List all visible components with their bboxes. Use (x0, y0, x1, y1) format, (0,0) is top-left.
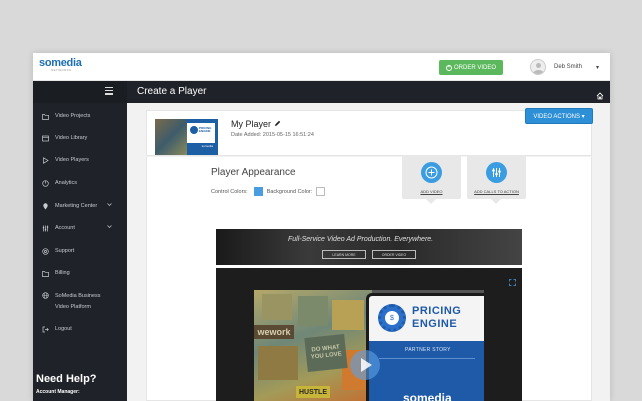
pricing-engine-subtitle: ENGINE (412, 318, 458, 330)
chevron-down-icon (107, 224, 112, 232)
add-calls-to-action-button[interactable]: ADD CALLS TO ACTION (467, 155, 526, 204)
background-color-swatch[interactable] (316, 187, 326, 196)
sidebar-item-label: Billing (55, 270, 70, 276)
video-frame: wework DO WHAT YOU LOVE HUSTLE $ PRICING… (254, 290, 484, 401)
page-header: Create a Player (127, 81, 610, 103)
sidebar-item-analytics[interactable]: Analytics (42, 179, 124, 187)
player-name[interactable]: My Player (231, 119, 281, 129)
color-controls: Control Colors: Background Color: (211, 187, 329, 196)
order-video-button[interactable]: + ORDER VIDEO (439, 60, 503, 75)
gear-icon (190, 126, 198, 134)
video-wall-text: wework (254, 325, 294, 339)
globe-icon (42, 291, 49, 299)
logout-icon (42, 326, 49, 333)
sidebar-item-label: Video Players (55, 157, 89, 163)
background-color-label: Background Color: (266, 188, 313, 195)
date-added: Date Added: 2015-05-15 16:51:24 (231, 132, 314, 138)
analytics-icon (42, 179, 49, 187)
banner-ad[interactable]: Full-Service Video Ad Production. Everyw… (216, 229, 522, 265)
sidebar-item-label: SoMedia Business Video Platform (55, 293, 101, 310)
video-actions-button[interactable]: VIDEO ACTIONS ▾ (525, 108, 593, 124)
sidebar-item-support[interactable]: Support (42, 247, 124, 255)
video-slogan: DO WHAT YOU LOVE (304, 334, 348, 372)
sidebar-item-video-projects[interactable]: Video Projects (42, 112, 124, 120)
add-calls-label: ADD CALLS TO ACTION (474, 189, 519, 194)
account-manager-label: Account Manager: (36, 389, 80, 395)
add-video-button[interactable]: ADD VIDEO (402, 155, 461, 204)
app-window: somedia NETWORKS advertising + ORDER VID… (33, 53, 610, 401)
pencil-icon[interactable] (274, 120, 281, 129)
video-player[interactable]: wework DO WHAT YOU LOVE HUSTLE $ PRICING… (216, 268, 522, 401)
home-icon[interactable] (596, 87, 604, 100)
plus-circle-icon: + (445, 64, 452, 71)
play-button[interactable] (350, 350, 380, 380)
play-icon (42, 156, 49, 164)
partner-story-label: PARTNER STORY (405, 347, 451, 353)
folder-icon (42, 270, 49, 277)
video-hustle-sign: HUSTLE (296, 386, 330, 398)
sidebar-item-label: Support (55, 248, 75, 254)
folder-icon (42, 113, 49, 120)
sidebar-item-billing[interactable]: Billing (42, 269, 124, 277)
sidebar: Video Projects Video Library Video Playe… (33, 81, 127, 401)
banner-text: Full-Service Video Ad Production. Everyw… (288, 236, 434, 243)
player-name-text: My Player (231, 119, 272, 129)
appearance-title: Player Appearance (211, 167, 296, 178)
player-thumbnail[interactable]: PRICING ENGINE somedia (155, 119, 218, 155)
avatar (530, 59, 546, 75)
sidebar-item-video-library[interactable]: Video Library (42, 134, 124, 142)
page-title: Create a Player (137, 86, 207, 97)
need-help-heading: Need Help? (36, 373, 97, 385)
sidebar-item-label: Video Projects (55, 113, 91, 119)
user-name: Deb Smith (554, 64, 583, 70)
player-appearance-panel: Player Appearance Control Colors: Backgr… (146, 155, 592, 401)
sidebar-item-business-video-platform[interactable]: SoMedia Business Video Platform (42, 291, 112, 313)
expand-icon[interactable] (509, 273, 516, 286)
somedia-wordmark: somedia (403, 391, 452, 401)
support-icon (42, 247, 49, 255)
add-video-label: ADD VIDEO (420, 189, 443, 194)
user-menu[interactable]: Deb Smith ▾ (530, 58, 599, 76)
library-icon (42, 135, 49, 142)
learn-more-button[interactable]: LEARN MORE (322, 250, 366, 259)
gear-icon: $ (378, 304, 406, 332)
sliders-icon (486, 162, 507, 183)
hamburger-menu-icon[interactable] (105, 87, 113, 95)
sidebar-item-label: Video Library (55, 135, 88, 141)
main-content: PRICING ENGINE somedia My Player Date Ad… (127, 103, 610, 401)
banner-order-video-button[interactable]: ORDER VIDEO (372, 250, 416, 259)
sidebar-item-video-players[interactable]: Video Players (42, 156, 124, 164)
logo-subtext: NETWORKS (51, 68, 72, 72)
thumbnail-brand: somedia (187, 143, 215, 149)
sidebar-item-label: Logout (55, 326, 72, 332)
video-device: $ PRICING ENGINE PARTNER STORY somedia (366, 293, 484, 401)
sidebar-item-logout[interactable]: Logout (42, 325, 124, 333)
sidebar-item-marketing-center[interactable]: Marketing Center (42, 202, 124, 210)
pricing-engine-title: PRICING (412, 305, 462, 317)
partner-story-band: PARTNER STORY somedia (369, 341, 484, 401)
play-icon (361, 358, 372, 372)
control-color-swatch[interactable] (253, 187, 263, 196)
sidebar-item-label: Marketing Center (55, 203, 98, 209)
sidebar-item-label: Analytics (55, 180, 78, 186)
top-bar: somedia NETWORKS advertising + ORDER VID… (33, 53, 610, 87)
order-video-label: ORDER VIDEO (453, 64, 496, 71)
pricing-engine-logo: $ PRICING ENGINE (376, 302, 480, 334)
sidebar-header (33, 81, 127, 103)
thumbnail-title: PRICING ENGINE (199, 126, 212, 133)
sidebar-item-account[interactable]: Account (42, 224, 124, 232)
chevron-down-icon (107, 202, 112, 210)
chevron-down-icon: ▾ (596, 64, 600, 71)
map-pin-icon (42, 202, 49, 210)
sliders-icon (42, 225, 49, 232)
control-colors-label: Control Colors: (211, 188, 248, 195)
sidebar-item-label: Account (55, 225, 75, 231)
plus-circle-icon (421, 162, 442, 183)
